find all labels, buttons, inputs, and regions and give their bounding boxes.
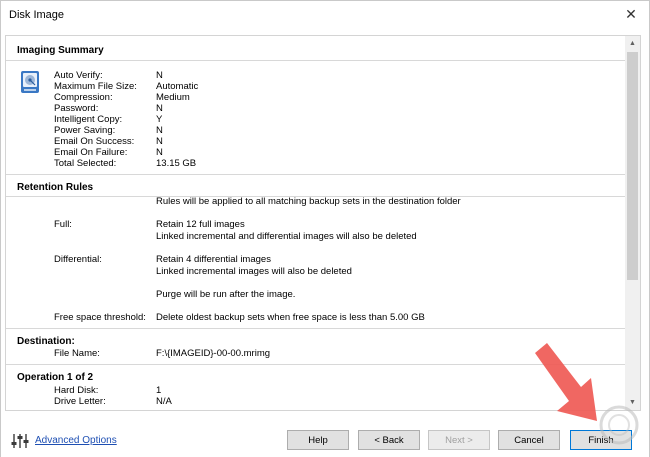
help-button[interactable]: Help (287, 430, 349, 450)
password-value: N (156, 103, 163, 114)
destination-title: Destination: (17, 336, 75, 347)
divider (6, 60, 626, 61)
email-success-label: Email On Success: (54, 136, 135, 147)
compression-value: Medium (156, 92, 190, 103)
hard-disk-label: Hard Disk: (54, 385, 99, 396)
disk-image-window: Disk Image ✕ Imaging Summary Auto Verify… (0, 0, 650, 457)
chevron-up-icon[interactable]: ▲ (625, 36, 640, 51)
scrollbar-thumb[interactable] (627, 52, 638, 280)
back-button[interactable]: < Back (358, 430, 420, 450)
password-label: Password: (54, 103, 99, 114)
intelligent-copy-label: Intelligent Copy: (54, 114, 123, 125)
retention-intro: Rules will be applied to all matching ba… (156, 196, 461, 207)
free-space-threshold-label: Free space threshold: (54, 312, 146, 323)
watermark-logo (599, 405, 639, 445)
differential-label: Differential: (54, 254, 102, 265)
differential-line1: Retain 4 differential images (156, 254, 271, 265)
compression-label: Compression: (54, 92, 113, 103)
power-saving-value: N (156, 125, 163, 136)
full-line2: Linked incremental and differential imag… (156, 231, 417, 242)
next-button[interactable]: Next > (428, 430, 490, 450)
hard-disk-value: 1 (156, 385, 162, 396)
auto-verify-value: N (156, 70, 163, 81)
power-saving-label: Power Saving: (54, 125, 116, 136)
intelligent-copy-value: Y (156, 114, 163, 125)
window-title: Disk Image (9, 9, 65, 21)
max-file-size-value: Automatic (156, 81, 199, 92)
divider (6, 174, 626, 175)
vertical-scrollbar[interactable]: ▲ ▼ (625, 36, 640, 410)
file-name-value: F:\{IMAGEID}-00-00.mrimg (156, 348, 271, 359)
max-file-size-label: Maximum File Size: (54, 81, 137, 92)
total-selected-value: 13.15 GB (156, 158, 197, 169)
operation-title: Operation 1 of 2 (17, 372, 94, 383)
close-icon[interactable]: ✕ (613, 1, 649, 27)
email-failure-value: N (156, 147, 163, 158)
disk-icon (21, 71, 39, 93)
total-selected-label: Total Selected: (54, 158, 117, 169)
full-label: Full: (54, 219, 72, 230)
full-line1: Retain 12 full images (156, 219, 245, 230)
auto-verify-label: Auto Verify: (54, 70, 103, 81)
imaging-summary-title: Imaging Summary (17, 45, 104, 56)
advanced-options-link[interactable]: Advanced Options (35, 435, 117, 446)
divider (6, 328, 626, 329)
drive-letter-value: N/A (156, 396, 172, 407)
cancel-button[interactable]: Cancel (498, 430, 560, 450)
drive-letter-label: Drive Letter: (54, 396, 106, 407)
free-space-threshold-value: Delete oldest backup sets when free spac… (156, 312, 425, 323)
differential-line2: Linked incremental images will also be d… (156, 266, 352, 277)
title-bar: Disk Image ✕ (1, 1, 649, 29)
email-success-value: N (156, 136, 163, 147)
purge-note: Purge will be run after the image. (156, 289, 296, 300)
email-failure-label: Email On Failure: (54, 147, 128, 158)
sliders-icon[interactable] (11, 433, 29, 449)
retention-rules-title: Retention Rules (17, 182, 94, 193)
file-name-label: File Name: (54, 348, 100, 359)
